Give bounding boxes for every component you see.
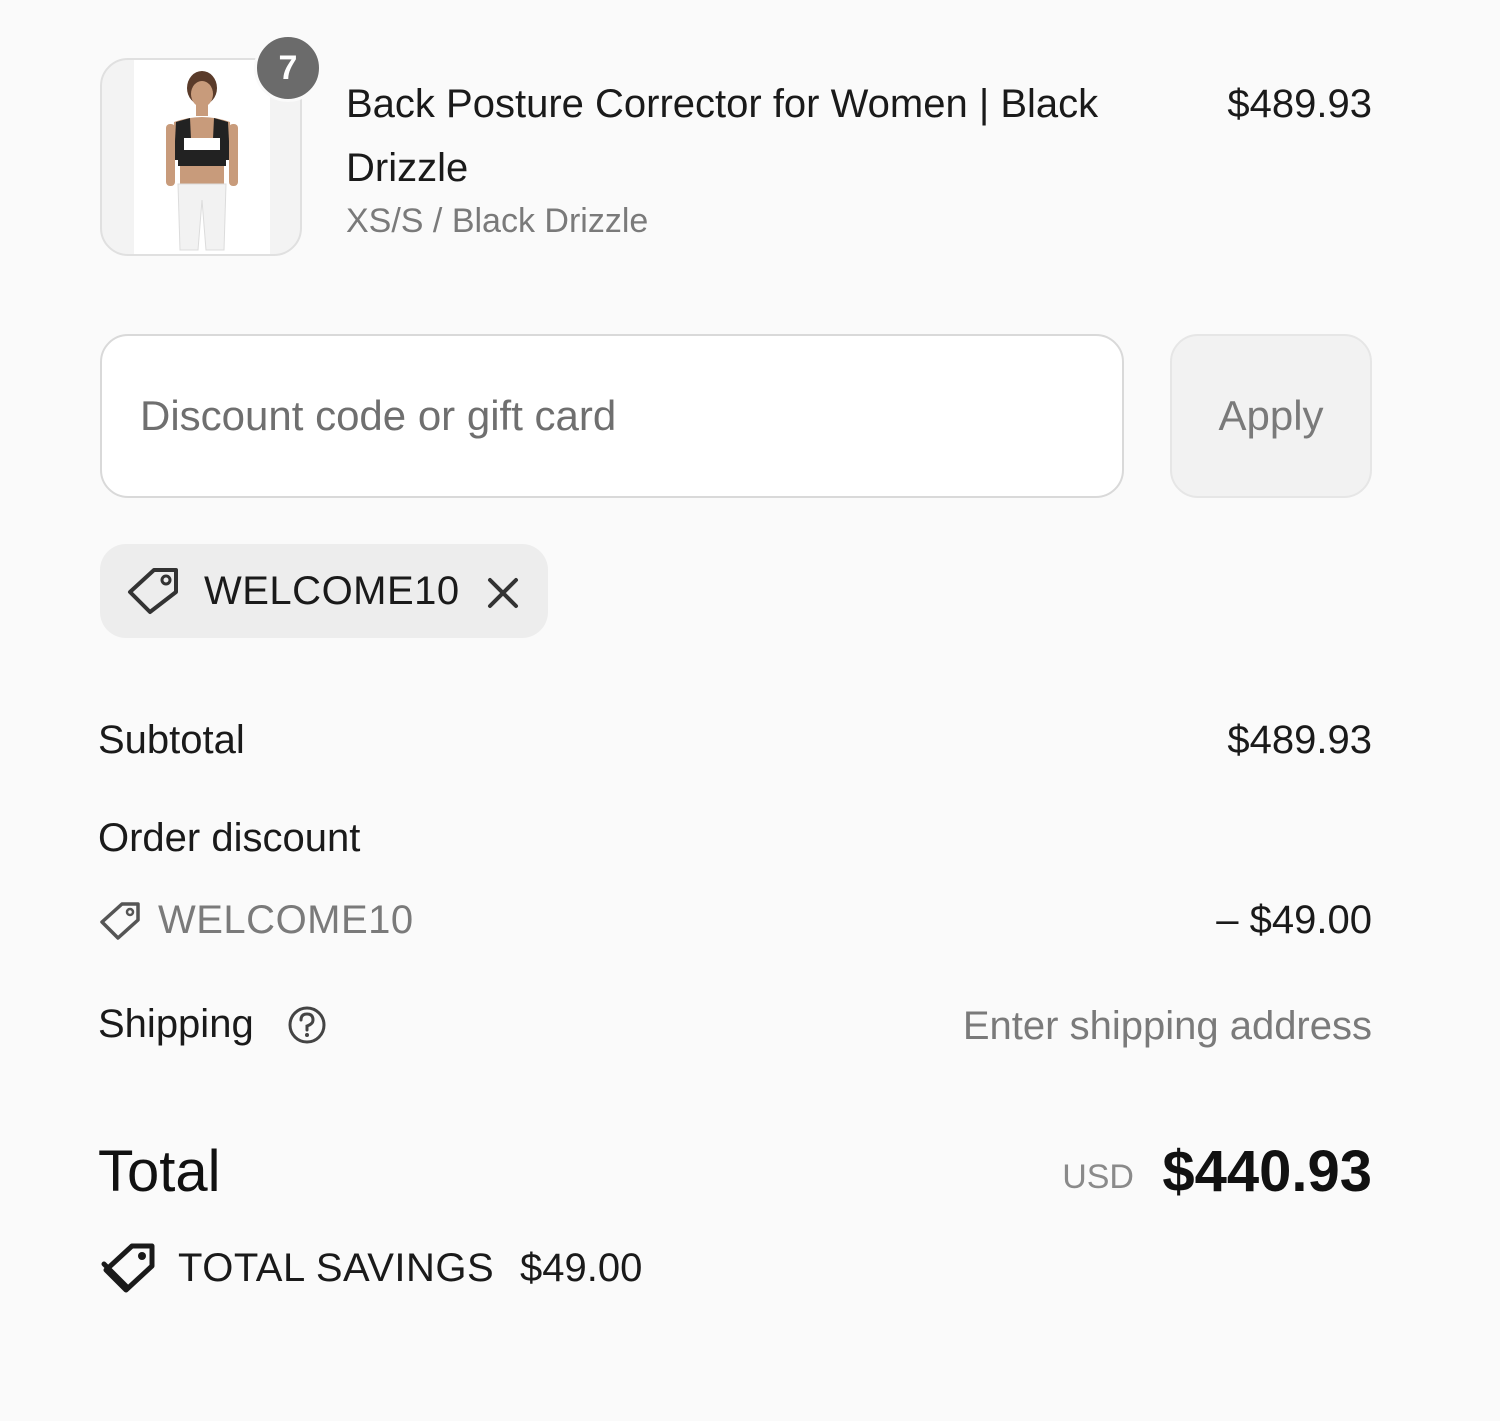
order-discount-label: Order discount	[98, 816, 361, 860]
discount-code-input[interactable]	[100, 334, 1124, 498]
tag-icon	[128, 568, 178, 614]
applied-code-label: WELCOME10	[204, 569, 460, 613]
shipping-label: Shipping	[98, 1002, 254, 1046]
tag-icon	[100, 902, 140, 940]
savings-label: TOTAL SAVINGS	[178, 1246, 495, 1290]
tags-icon	[101, 1243, 155, 1293]
discount-code-text: WELCOME10	[158, 898, 414, 942]
product-photo	[134, 60, 270, 254]
subtotal-value: $489.93	[1227, 718, 1372, 762]
apply-button[interactable]: Apply	[1170, 334, 1372, 498]
quantity-badge: 7	[254, 34, 322, 102]
savings-value: $49.00	[520, 1246, 643, 1290]
close-icon[interactable]	[484, 574, 522, 612]
total-value: $440.93	[1162, 1139, 1372, 1204]
order-summary: 7 Back Posture Corrector for Women | Bla…	[98, 0, 1372, 1421]
shipping-value: Enter shipping address	[962, 1004, 1372, 1048]
help-circle-icon[interactable]	[286, 1004, 328, 1046]
subtotal-label: Subtotal	[98, 718, 245, 762]
product-title: Back Posture Corrector for Women | Black…	[346, 82, 1099, 190]
discount-value: – $49.00	[1216, 898, 1372, 942]
product-price: $489.93	[1227, 82, 1372, 126]
product-variant: XS/S / Black Drizzle	[346, 202, 649, 240]
line-item: 7 Back Posture Corrector for Women | Bla…	[98, 34, 1372, 256]
total-label: Total	[98, 1139, 221, 1204]
currency-code: USD	[1062, 1158, 1134, 1196]
applied-discount-chip: WELCOME10	[100, 544, 548, 638]
